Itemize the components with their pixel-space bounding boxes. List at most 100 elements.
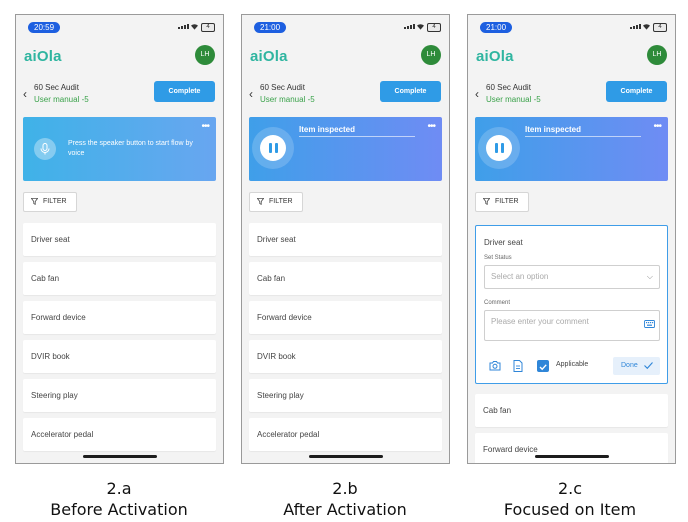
chevron-down-icon: ⌵ bbox=[646, 272, 653, 281]
signal-icon bbox=[178, 24, 189, 29]
caption-label: Focused on Item bbox=[503, 500, 637, 519]
list-item[interactable]: Cab fan bbox=[475, 394, 668, 427]
list-item[interactable]: DVIR book bbox=[23, 340, 216, 373]
status-time: 20:59 bbox=[28, 22, 61, 33]
back-chevron-icon[interactable]: ‹ bbox=[475, 87, 479, 101]
filter-label: FILTER bbox=[269, 198, 293, 205]
app-logo: aiOla bbox=[250, 48, 288, 65]
app-logo: aiOla bbox=[476, 48, 514, 65]
status-time: 21:00 bbox=[254, 22, 287, 33]
focused-item-card: Driver seat Set Status Select an option … bbox=[475, 225, 668, 384]
list-item[interactable]: Driver seat bbox=[249, 223, 442, 256]
avatar[interactable]: LH bbox=[647, 45, 667, 65]
pause-icon bbox=[495, 143, 504, 153]
check-icon bbox=[644, 362, 653, 370]
filter-button[interactable]: FILTER bbox=[23, 192, 77, 212]
app-logo: aiOla bbox=[24, 48, 62, 65]
signal-icon bbox=[630, 24, 641, 29]
checklist: Driver seat Cab fan Forward device DVIR … bbox=[23, 223, 216, 457]
status-bar: 21:00 4 bbox=[468, 20, 675, 36]
status-select[interactable]: Select an option ⌵ bbox=[484, 265, 660, 289]
more-options-icon[interactable]: ••• bbox=[427, 121, 435, 132]
comment-placeholder: Please enter your comment bbox=[491, 317, 589, 326]
document-icon[interactable] bbox=[513, 360, 523, 372]
comment-input[interactable]: Please enter your comment bbox=[484, 310, 660, 341]
battery-icon: 4 bbox=[653, 23, 667, 32]
list-item[interactable]: Steering play bbox=[23, 379, 216, 412]
back-chevron-icon[interactable]: ‹ bbox=[23, 87, 27, 101]
filter-icon bbox=[31, 198, 38, 205]
list-item[interactable]: Steering play bbox=[249, 379, 442, 412]
caption-id: 2.b bbox=[332, 479, 358, 498]
focused-item-actions: Applicable Done bbox=[484, 357, 660, 375]
pause-button[interactable] bbox=[486, 135, 512, 161]
caption-id: 2.a bbox=[106, 479, 132, 498]
more-options-icon[interactable]: ••• bbox=[653, 121, 661, 132]
complete-button[interactable]: Complete bbox=[154, 81, 215, 102]
voice-prompt: Press the speaker button to start flow b… bbox=[68, 140, 193, 157]
voice-card: Item inspected ••• bbox=[475, 117, 668, 181]
list-item[interactable]: Cab fan bbox=[249, 262, 442, 295]
status-time: 21:00 bbox=[480, 22, 513, 33]
status-select-placeholder: Select an option bbox=[491, 272, 549, 281]
complete-button[interactable]: Complete bbox=[606, 81, 667, 102]
audit-subtitle: User manual -5 bbox=[34, 95, 89, 104]
filter-label: FILTER bbox=[495, 198, 519, 205]
audit-subtitle: User manual -5 bbox=[486, 95, 541, 104]
audit-titlebar: ‹ 60 Sec Audit User manual -5 Complete bbox=[16, 79, 223, 111]
filter-label: FILTER bbox=[43, 198, 67, 205]
applicable-checkbox[interactable] bbox=[537, 360, 549, 372]
pause-icon bbox=[269, 143, 278, 153]
done-button[interactable]: Done bbox=[613, 357, 660, 375]
filter-icon bbox=[257, 198, 264, 205]
pause-button[interactable] bbox=[260, 135, 286, 161]
status-bar: 21:00 4 bbox=[242, 20, 449, 36]
home-indicator bbox=[83, 455, 157, 458]
audit-title: 60 Sec Audit bbox=[34, 83, 79, 92]
listening-pulse bbox=[252, 127, 294, 169]
list-item[interactable]: Accelerator pedal bbox=[23, 418, 216, 451]
speaker-button[interactable] bbox=[34, 138, 56, 160]
complete-button[interactable]: Complete bbox=[380, 81, 441, 102]
filter-button[interactable]: FILTER bbox=[249, 192, 303, 212]
filter-icon bbox=[483, 198, 490, 205]
app-header: aiOla LH bbox=[16, 42, 223, 72]
more-options-icon[interactable]: ••• bbox=[201, 121, 209, 132]
recognized-speech: Item inspected bbox=[525, 125, 641, 137]
camera-icon[interactable] bbox=[489, 360, 501, 371]
app-header: aiOla LH bbox=[468, 42, 675, 72]
list-item[interactable]: Driver seat bbox=[23, 223, 216, 256]
back-chevron-icon[interactable]: ‹ bbox=[249, 87, 253, 101]
app-header: aiOla LH bbox=[242, 42, 449, 72]
avatar[interactable]: LH bbox=[421, 45, 441, 65]
home-indicator bbox=[535, 455, 609, 458]
caption-after-activation: 2.b After Activation bbox=[245, 478, 445, 520]
voice-card: Item inspected ••• bbox=[249, 117, 442, 181]
battery-icon: 4 bbox=[201, 23, 215, 32]
list-item[interactable]: Forward device bbox=[23, 301, 216, 334]
applicable-label: Applicable bbox=[556, 361, 589, 368]
battery-icon: 4 bbox=[427, 23, 441, 32]
list-item[interactable]: Cab fan bbox=[23, 262, 216, 295]
signal-icon bbox=[404, 24, 415, 29]
caption-id: 2.c bbox=[557, 479, 583, 498]
audit-titlebar: ‹ 60 Sec Audit User manual -5 Complete bbox=[468, 79, 675, 111]
checklist: Cab fan Forward device bbox=[475, 394, 668, 463]
status-bar: 20:59 4 bbox=[16, 20, 223, 36]
recognized-speech: Item inspected bbox=[299, 125, 415, 137]
wifi-icon bbox=[191, 24, 198, 30]
list-item[interactable]: DVIR book bbox=[249, 340, 442, 373]
filter-button[interactable]: FILTER bbox=[475, 192, 529, 212]
done-label: Done bbox=[621, 362, 638, 369]
list-item[interactable]: Accelerator pedal bbox=[249, 418, 442, 451]
home-indicator bbox=[309, 455, 383, 458]
keyboard-icon[interactable] bbox=[644, 320, 655, 328]
phone-screen-after-activation: 21:00 4 aiOla LH ‹ 60 Sec Audit User man… bbox=[241, 14, 450, 464]
audit-title: 60 Sec Audit bbox=[260, 83, 305, 92]
comment-field-label: Comment bbox=[484, 300, 511, 306]
avatar[interactable]: LH bbox=[195, 45, 215, 65]
list-item[interactable]: Forward device bbox=[249, 301, 442, 334]
phone-screen-focused-item: 21:00 4 aiOla LH ‹ 60 Sec Audit User man… bbox=[467, 14, 676, 464]
list-item[interactable]: Forward device bbox=[475, 433, 668, 463]
phone-screen-before-activation: 20:59 4 aiOla LH ‹ 60 Sec Audit User man… bbox=[15, 14, 224, 464]
